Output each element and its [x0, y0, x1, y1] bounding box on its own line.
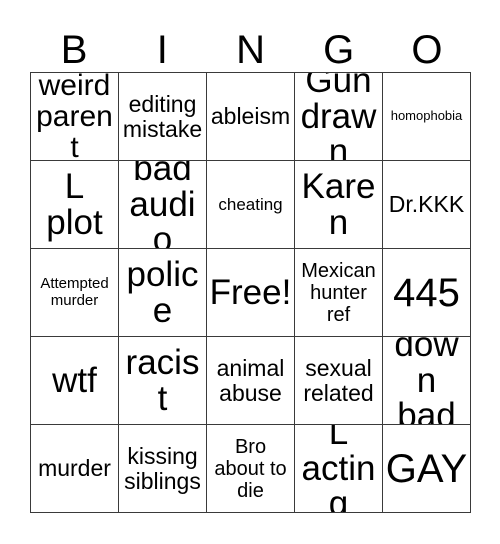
bingo-square[interactable]: down bad — [383, 337, 471, 425]
bingo-square-label: Bro about to die — [214, 435, 287, 502]
bingo-square-label: down bad — [394, 337, 459, 425]
bingo-square[interactable]: wtf — [31, 337, 119, 425]
bingo-header: B I N G O — [30, 18, 471, 72]
bingo-square[interactable]: kissing siblings — [119, 425, 207, 513]
bingo-square[interactable]: murder — [31, 425, 119, 513]
bingo-square-label: racist — [125, 342, 200, 418]
bingo-square[interactable]: 445 — [383, 249, 471, 337]
bingo-header-letter-n: N — [236, 28, 265, 72]
bingo-square[interactable]: Bro about to die — [207, 425, 295, 513]
bingo-square[interactable]: Dr.KKK — [383, 161, 471, 249]
bingo-square-label: murder — [38, 455, 111, 482]
bingo-square[interactable]: L acting — [295, 425, 383, 513]
bingo-square[interactable]: Attempted murder — [31, 249, 119, 337]
bingo-square[interactable]: L plot — [31, 161, 119, 249]
bingo-grid: weird parent editing mistake ableism Gun dr… — [30, 72, 471, 513]
bingo-square[interactable]: police — [119, 249, 207, 337]
bingo-square-label: Dr.KKK — [388, 191, 465, 218]
bingo-square-label: wtf — [52, 360, 97, 400]
bingo-square-label: homophobia — [390, 108, 463, 124]
bingo-header-letter-i: I — [156, 28, 168, 72]
bingo-square-label: Mexican hunter ref — [301, 259, 376, 326]
bingo-square[interactable]: bad audio — [119, 161, 207, 249]
bingo-square-label: Karen — [301, 166, 376, 242]
bingo-free-space[interactable]: Free! — [207, 249, 295, 337]
bingo-square-label: editing mistake — [122, 90, 203, 142]
bingo-square[interactable]: homophobia — [383, 73, 471, 161]
bingo-square-label: ableism — [210, 103, 291, 130]
bingo-square-label: Attempted murder — [40, 274, 109, 309]
bingo-square-label: 445 — [393, 270, 460, 315]
bingo-square-label: police — [126, 254, 199, 330]
bingo-square[interactable]: editing mistake — [119, 73, 207, 161]
bingo-square[interactable]: GAY — [383, 425, 471, 513]
bingo-square[interactable]: animal abuse — [207, 337, 295, 425]
bingo-header-letter-b: B — [60, 28, 88, 72]
bingo-square[interactable]: weird parent — [31, 73, 119, 161]
bingo-square-label: animal abuse — [216, 354, 285, 406]
bingo-square-label: bad audio — [129, 161, 196, 249]
bingo-square-label: cheating — [218, 194, 283, 214]
bingo-square[interactable]: Mexican hunter ref — [295, 249, 383, 337]
bingo-square[interactable]: cheating — [207, 161, 295, 249]
bingo-square[interactable]: sexual related — [295, 337, 383, 425]
bingo-square-label: weird parent — [36, 73, 113, 161]
bingo-header-letter-g: G — [323, 28, 355, 72]
bingo-square-label: sexual related — [303, 354, 374, 406]
bingo-square[interactable]: Karen — [295, 161, 383, 249]
bingo-square[interactable]: racist — [119, 337, 207, 425]
bingo-square[interactable]: ableism — [207, 73, 295, 161]
bingo-square-label: GAY — [385, 446, 468, 491]
bingo-square[interactable]: Gun drawn — [295, 73, 383, 161]
bingo-square-label: kissing siblings — [124, 442, 201, 494]
bingo-square-label: L acting — [301, 425, 376, 513]
bingo-square-label: Free! — [209, 272, 292, 312]
bingo-header-letter-o: O — [411, 28, 443, 72]
bingo-square-label: Gun drawn — [300, 73, 377, 161]
bingo-square-label: L plot — [46, 166, 103, 242]
bingo-card: B I N G O weird parent editing mistake abl… — [0, 0, 500, 544]
